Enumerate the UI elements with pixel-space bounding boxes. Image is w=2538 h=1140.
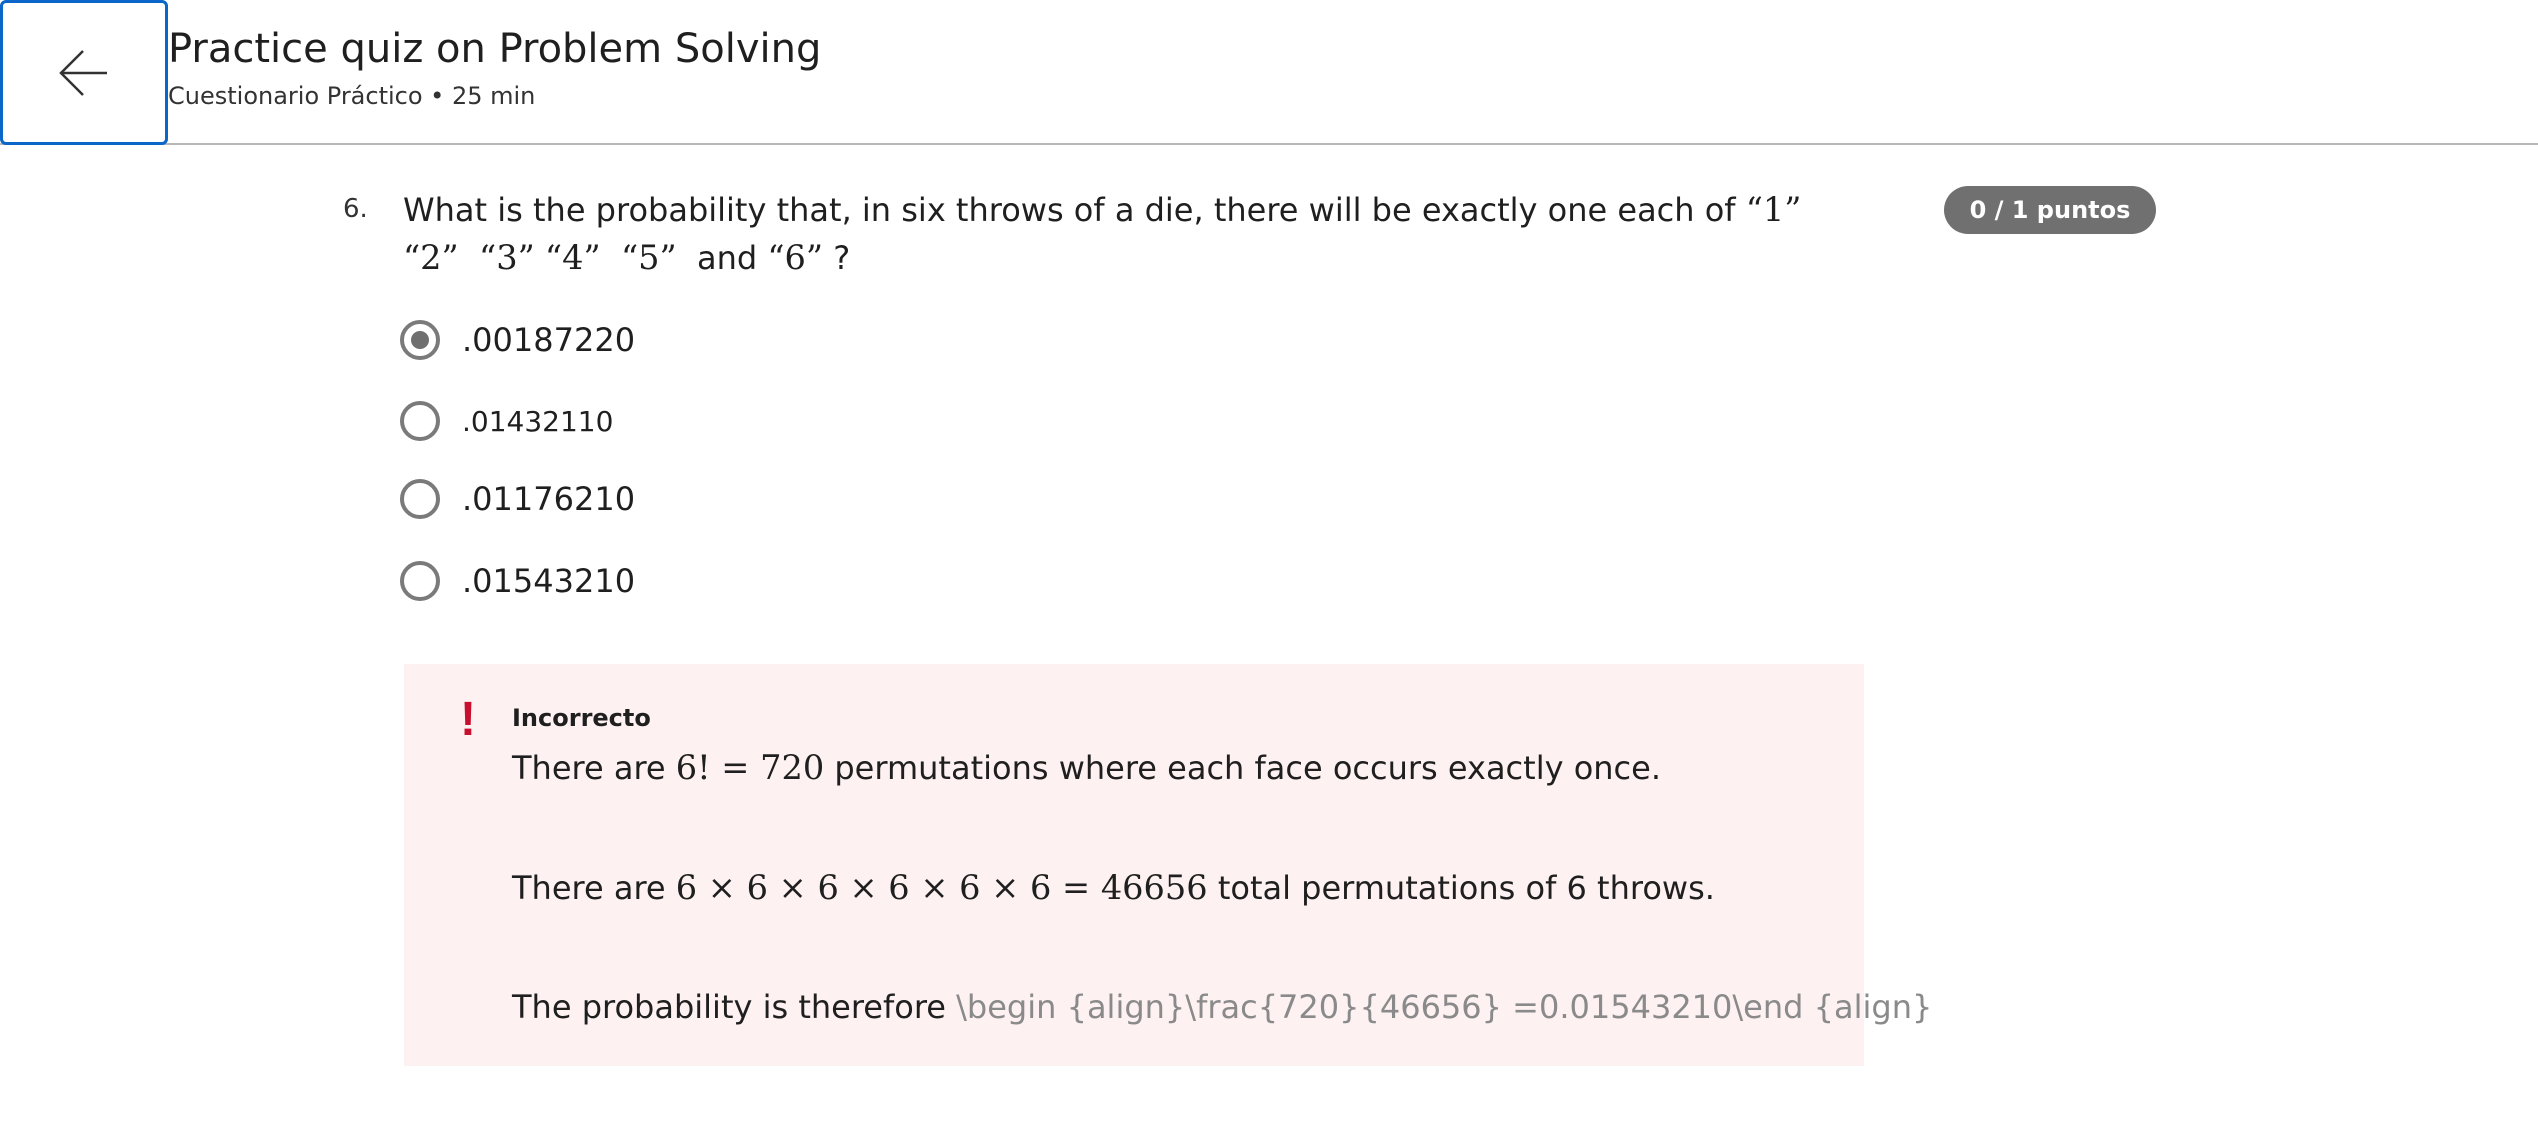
line1-suffix: permutations where each face occurs exac… [834, 749, 1661, 787]
feedback-panel: ! Incorrecto There are 6! = 720 permutat… [404, 664, 1932, 1066]
option-label: .01543210 [462, 562, 636, 600]
explanation-line-3: The probability is therefore \begin {ali… [512, 988, 1932, 1026]
and-word: and [697, 239, 758, 277]
line2-suffix: total permutations of 6 throws. [1217, 869, 1715, 907]
option-1[interactable]: .00187220 [400, 320, 635, 360]
question-prefix: What is the probability that, in six thr… [403, 191, 1736, 229]
option-label: .00187220 [462, 321, 636, 359]
option-2[interactable]: .01432110 [400, 401, 613, 441]
score-badge: 0 / 1 puntos [1944, 186, 2156, 234]
arrow-left-icon [59, 49, 107, 96]
explanation-line-2: There are 6 × 6 × 6 × 6 × 6 × 6 = 46656 … [512, 868, 1715, 907]
question-mark: ? [833, 239, 851, 277]
question-number: 6. [343, 194, 368, 224]
quiz-header: Practice quiz on Problem Solving Cuestio… [0, 0, 2538, 145]
line1-prefix: There are [512, 749, 666, 787]
feedback-status: Incorrecto [512, 704, 651, 732]
exclamation-icon: ! [460, 693, 476, 746]
question-text: What is the probability that, in six thr… [403, 186, 1873, 282]
face-4: “4” [544, 238, 601, 277]
page-subtitle: Cuestionario Práctico • 25 min [168, 82, 536, 110]
face-2: “2” [403, 238, 459, 277]
face-5: “5” [620, 238, 677, 277]
option-label: .01176210 [462, 480, 636, 518]
face-1: “1” [1745, 190, 1802, 229]
line1-math: 6! = 720 [675, 748, 825, 787]
face-6: “6” [767, 238, 824, 277]
option-3[interactable]: .01176210 [400, 479, 635, 519]
line3-latex: \begin {align}\frac{720}{46656} =0.01543… [956, 988, 1933, 1026]
face-3: “3” [479, 238, 535, 277]
line3-prefix: The probability is therefore [512, 988, 946, 1026]
line2-math: 6 × 6 × 6 × 6 × 6 × 6 = 46656 [675, 868, 1208, 907]
line2-prefix: There are [512, 869, 666, 907]
radio-selected-icon[interactable] [400, 320, 440, 360]
option-label: .01432110 [462, 404, 614, 438]
back-button[interactable] [0, 0, 168, 145]
radio-unselected-icon[interactable] [400, 561, 440, 601]
explanation-line-1: There are 6! = 720 permutations where ea… [512, 748, 1661, 787]
radio-unselected-icon[interactable] [400, 401, 440, 441]
option-4[interactable]: .01543210 [400, 561, 635, 601]
page-title: Practice quiz on Problem Solving [168, 26, 822, 72]
radio-unselected-icon[interactable] [400, 479, 440, 519]
